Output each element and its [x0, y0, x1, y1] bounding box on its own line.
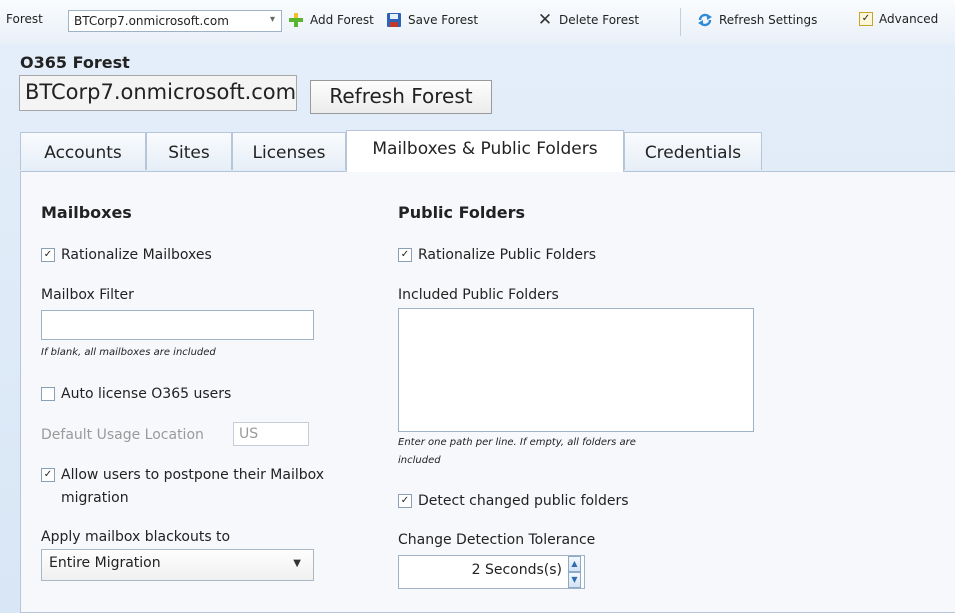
- tolerance-down-button[interactable]: ▼: [568, 572, 581, 588]
- tolerance-up-button[interactable]: ▲: [568, 556, 581, 572]
- blackouts-select[interactable]: Entire Migration ▼: [41, 549, 314, 581]
- rationalize-mailboxes-label: Rationalize Mailboxes: [61, 247, 212, 263]
- auto-license-label: Auto license O365 users: [61, 386, 232, 402]
- advanced-toggle[interactable]: ✓ Advanced: [859, 12, 938, 26]
- add-forest-label: Add Forest: [310, 13, 374, 27]
- tolerance-label: Change Detection Tolerance: [398, 532, 596, 548]
- refresh-forest-button[interactable]: Refresh Forest: [310, 80, 492, 114]
- add-forest-button[interactable]: Add Forest: [288, 12, 374, 28]
- detect-changed-checkbox[interactable]: ✓: [398, 494, 412, 508]
- postpone-row[interactable]: ✓ Allow users to postpone their Mailbox: [41, 467, 324, 483]
- auto-license-checkbox[interactable]: [41, 387, 55, 401]
- postpone-label-line2: migration: [61, 490, 129, 506]
- mailboxes-heading: Mailboxes: [41, 203, 132, 222]
- tab-panel: Mailboxes ✓ Rationalize Mailboxes Mailbo…: [20, 171, 955, 613]
- save-icon: [387, 13, 401, 27]
- postpone-checkbox[interactable]: ✓: [41, 468, 55, 482]
- delete-forest-label: Delete Forest: [559, 13, 640, 27]
- tab-credentials[interactable]: Credentials: [624, 132, 762, 170]
- main-area: O365 Forest BTCorp7.onmicrosoft.com Refr…: [0, 44, 955, 613]
- included-folders-textarea[interactable]: [398, 308, 754, 432]
- tab-label: Mailboxes & Public Folders: [372, 139, 598, 159]
- tolerance-value: 2 Seconds(s): [471, 562, 562, 578]
- detect-changed-label: Detect changed public folders: [418, 493, 629, 509]
- page-title: O365 Forest: [20, 53, 130, 72]
- tab-licenses[interactable]: Licenses: [232, 132, 346, 170]
- public-folders-heading: Public Folders: [398, 203, 526, 222]
- forest-label: Forest: [6, 12, 43, 26]
- usage-location-label: Default Usage Location: [41, 427, 204, 443]
- delete-forest-button[interactable]: ✕ Delete Forest: [537, 10, 640, 30]
- blackouts-label: Apply mailbox blackouts to: [41, 529, 231, 545]
- tab-sites[interactable]: Sites: [146, 132, 232, 170]
- rationalize-public-folders-label: Rationalize Public Folders: [418, 247, 597, 263]
- mailbox-filter-input[interactable]: [41, 310, 314, 340]
- tab-label: Accounts: [44, 143, 122, 163]
- close-icon: ✕: [537, 10, 553, 30]
- mailbox-filter-label: Mailbox Filter: [41, 287, 134, 303]
- tab-accounts[interactable]: Accounts: [20, 132, 146, 170]
- arrow-up-icon: ▲: [571, 559, 578, 568]
- refresh-icon: [698, 13, 712, 27]
- included-folders-hint-line2: included: [398, 455, 441, 466]
- included-folders-label: Included Public Folders: [398, 287, 559, 303]
- rationalize-public-folders-checkbox[interactable]: ✓: [398, 248, 412, 262]
- tab-label: Credentials: [644, 143, 742, 163]
- usage-location-input[interactable]: US: [233, 422, 309, 446]
- tab-label: Sites: [168, 143, 210, 163]
- plus-icon: [289, 13, 303, 27]
- save-forest-button[interactable]: Save Forest: [386, 12, 478, 28]
- mailbox-filter-hint: If blank, all mailboxes are included: [41, 347, 216, 358]
- save-forest-label: Save Forest: [408, 13, 479, 27]
- forest-name-field: BTCorp7.onmicrosoft.com: [19, 75, 297, 111]
- rationalize-mailboxes-row[interactable]: ✓ Rationalize Mailboxes: [41, 247, 212, 263]
- tolerance-spinner[interactable]: 2 Seconds(s): [398, 555, 585, 589]
- auto-license-row[interactable]: Auto license O365 users: [41, 386, 231, 402]
- included-folders-hint-line1: Enter one path per line. If empty, all f…: [398, 437, 636, 448]
- toolbar: Forest BTCorp7.onmicrosoft.com ▾ Add For…: [0, 0, 955, 45]
- chevron-down-icon: ▼: [293, 558, 301, 569]
- chevron-down-icon: ▾: [269, 14, 275, 25]
- postpone-label-line1: Allow users to postpone their Mailbox: [61, 467, 325, 483]
- tab-label: Licenses: [252, 143, 326, 163]
- tab-mailboxes-public-folders[interactable]: Mailboxes & Public Folders: [346, 130, 624, 172]
- forest-select[interactable]: BTCorp7.onmicrosoft.com ▾: [68, 10, 282, 32]
- advanced-label: Advanced: [879, 12, 939, 26]
- refresh-settings-button[interactable]: Refresh Settings: [697, 12, 817, 28]
- blackouts-select-value: Entire Migration: [49, 555, 161, 571]
- toolbar-separator: [680, 8, 681, 36]
- forest-select-value: BTCorp7.onmicrosoft.com: [74, 14, 229, 28]
- rationalize-public-folders-row[interactable]: ✓ Rationalize Public Folders: [398, 247, 596, 263]
- rationalize-mailboxes-checkbox[interactable]: ✓: [41, 248, 55, 262]
- advanced-checkbox[interactable]: ✓: [859, 12, 873, 26]
- refresh-settings-label: Refresh Settings: [719, 13, 818, 27]
- detect-changed-row[interactable]: ✓ Detect changed public folders: [398, 493, 629, 509]
- arrow-down-icon: ▼: [571, 575, 578, 584]
